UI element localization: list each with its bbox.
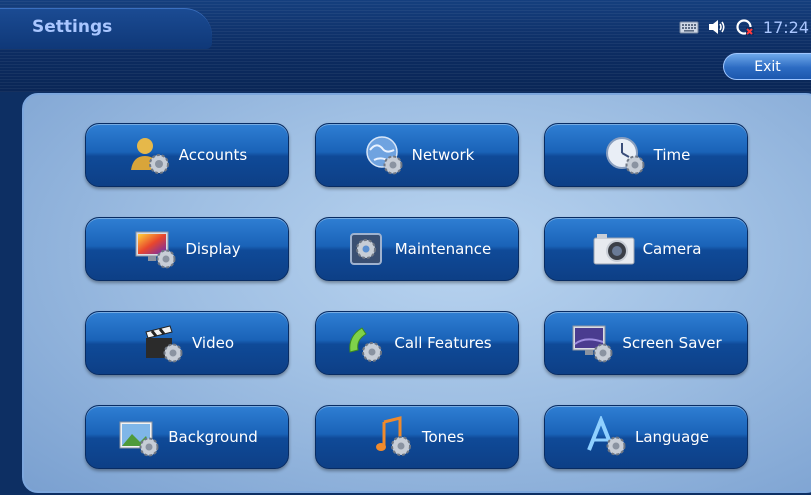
camera-icon [591,228,637,270]
tile-label: Call Features [394,334,492,352]
tile-label: Video [191,334,235,352]
call-features-button[interactable]: Call Features [315,311,519,375]
tile-label: Tones [421,428,465,446]
clock: 17:24 [762,17,809,37]
video-icon [140,322,186,364]
status-area: 17:24 [679,12,811,42]
video-button[interactable]: Video [85,311,289,375]
language-button[interactable]: Language [544,405,748,469]
tile-label: Network [411,146,475,164]
background-icon [116,416,162,458]
top-bar: Settings 17:24 Exit [0,0,811,92]
exit-button-label: Exit [754,58,781,75]
tile-label: Language [634,428,710,446]
tile-label: Screen Saver [622,334,722,352]
tile-label: Time [653,146,691,164]
accounts-icon [127,134,173,176]
time-icon [602,134,648,176]
tones-icon [370,416,416,458]
keyboard-icon [679,18,699,36]
tile-label: Background [168,428,258,446]
network-button[interactable]: Network [315,123,519,187]
tones-button[interactable]: Tones [315,405,519,469]
tile-label: Display [185,240,241,258]
maintenance-icon [343,228,389,270]
accounts-button[interactable]: Accounts [85,123,289,187]
screen-saver-button[interactable]: Screen Saver [544,311,748,375]
background-button[interactable]: Background [85,405,289,469]
display-button[interactable]: Display [85,217,289,281]
tile-label: Maintenance [394,240,492,258]
page-title: Settings [32,17,113,37]
screen-saver-icon [570,322,616,364]
display-icon [133,228,179,270]
language-icon [583,414,629,458]
tile-label: Camera [642,240,702,258]
network-status-icon [735,18,755,36]
call-features-icon [342,322,388,364]
maintenance-button[interactable]: Maintenance [315,217,519,281]
time-button[interactable]: Time [544,123,748,187]
speaker-icon [707,18,727,36]
network-icon [360,134,406,176]
tile-label: Accounts [178,146,248,164]
camera-button[interactable]: Camera [544,217,748,281]
exit-button[interactable]: Exit [723,53,811,80]
